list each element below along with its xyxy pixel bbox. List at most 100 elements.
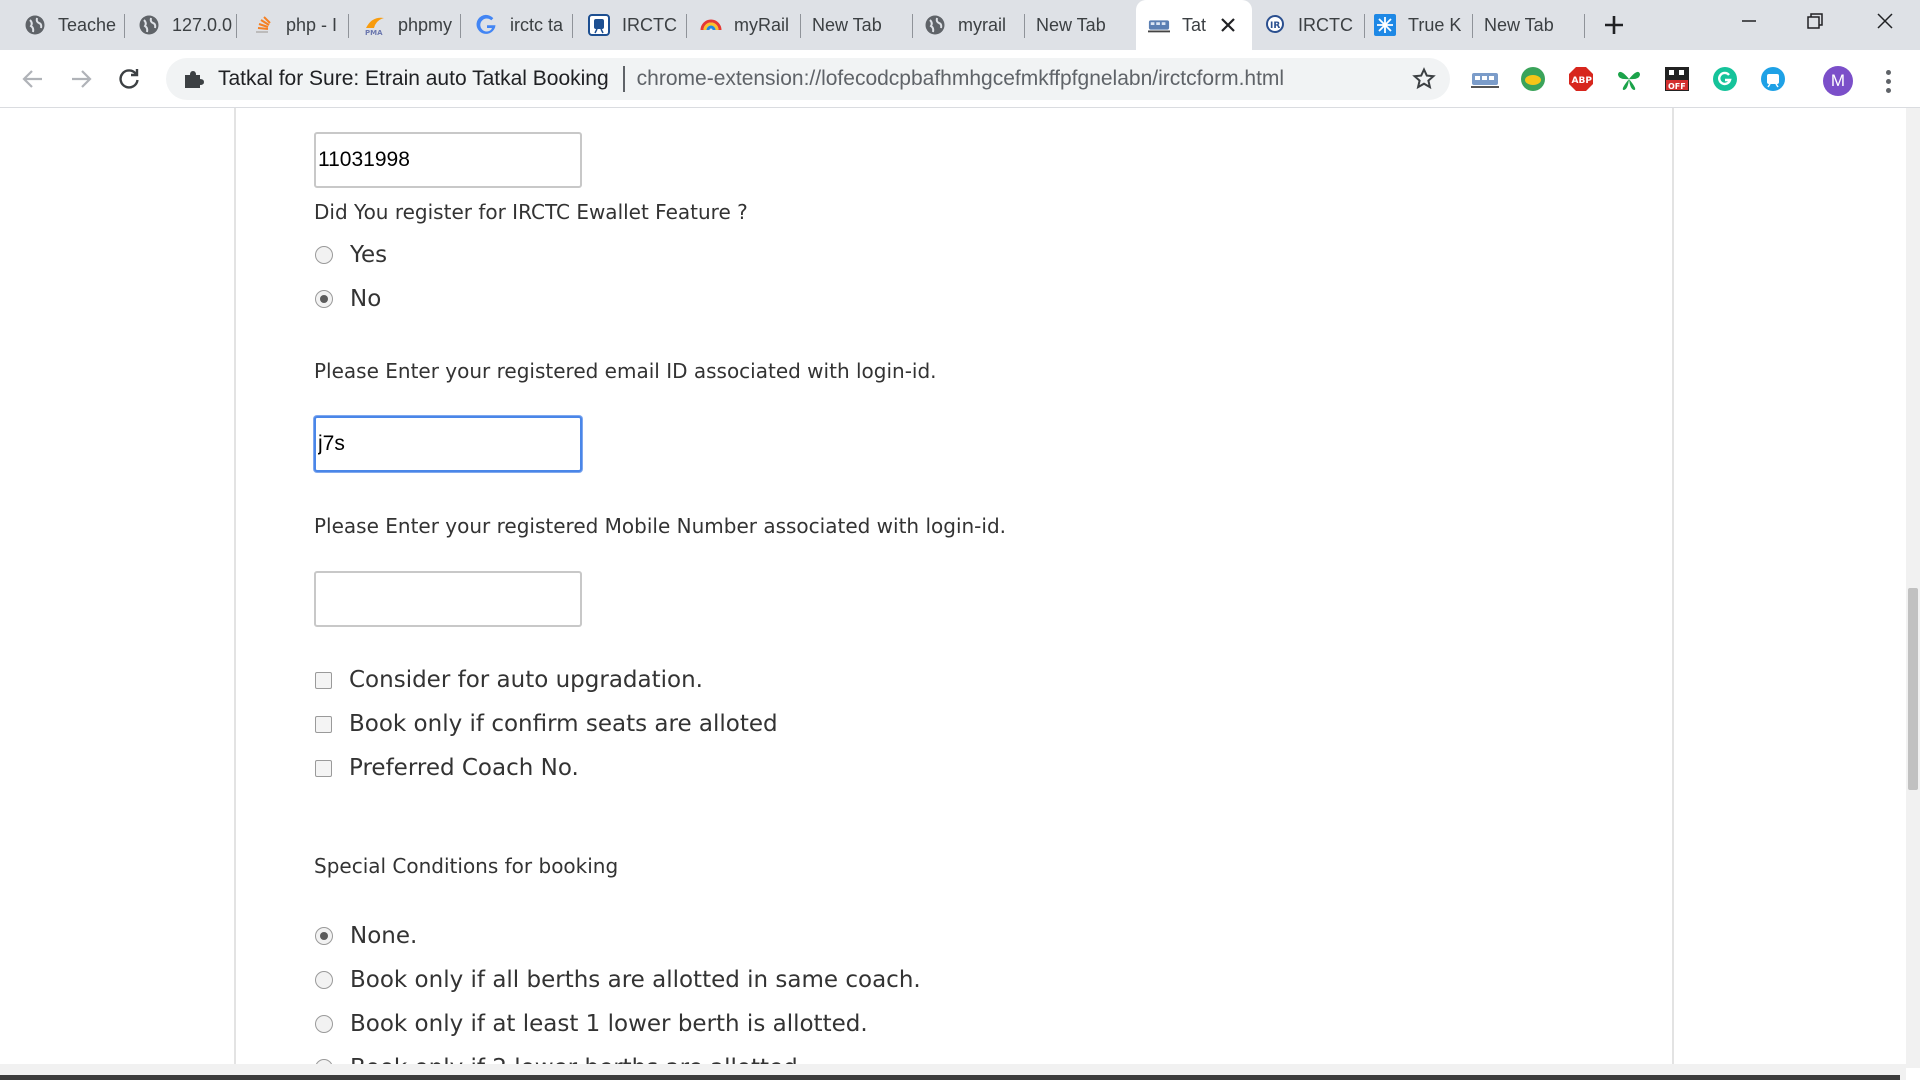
reload-icon[interactable] bbox=[114, 64, 144, 94]
tab-title: phpmy bbox=[398, 14, 453, 35]
preferred-coach-option[interactable]: Preferred Coach No. bbox=[314, 755, 579, 781]
svg-text:PMA: PMA bbox=[365, 29, 383, 36]
ewallet-yes-label: Yes bbox=[350, 242, 388, 268]
form-container: Did You register for IRCTC Ewallet Featu… bbox=[234, 108, 1674, 1080]
myrail-icon bbox=[700, 14, 722, 36]
condition-one-lower-option[interactable]: Book only if at least 1 lower berth is a… bbox=[314, 1011, 868, 1037]
tab-phpmyadmin[interactable]: PMA phpmy bbox=[340, 0, 458, 50]
address-bar[interactable]: Tatkal for Sure: Etrain auto Tatkal Book… bbox=[166, 58, 1450, 100]
preferred-coach-label: Preferred Coach No. bbox=[349, 755, 579, 781]
vertical-scroll-thumb[interactable] bbox=[1908, 588, 1918, 790]
bookmark-star-icon[interactable] bbox=[1412, 67, 1436, 91]
tab-title: IRCTC bbox=[1298, 14, 1353, 35]
condition-same-coach-option[interactable]: Book only if all berths are allotted in … bbox=[314, 967, 921, 993]
horizontal-scroll-thumb[interactable] bbox=[70, 1075, 1900, 1080]
confirm-seats-checkbox[interactable] bbox=[315, 715, 332, 733]
kebab-menu-icon[interactable] bbox=[1876, 66, 1900, 96]
google-icon bbox=[476, 14, 498, 36]
close-window-icon[interactable] bbox=[1852, 0, 1918, 42]
irctc-app-icon bbox=[588, 14, 610, 36]
ewallet-question: Did You register for IRCTC Ewallet Featu… bbox=[314, 200, 748, 224]
auto-upgradation-option[interactable]: Consider for auto upgradation. bbox=[314, 667, 703, 693]
ewallet-yes-radio[interactable] bbox=[315, 246, 333, 264]
profile-avatar[interactable]: M bbox=[1823, 66, 1853, 96]
condition-none-radio[interactable] bbox=[315, 927, 333, 945]
confirm-seats-option[interactable]: Book only if confirm seats are alloted bbox=[314, 711, 778, 737]
condition-none-option[interactable]: None. bbox=[314, 923, 417, 949]
tab-tatkal-active[interactable]: Tat bbox=[1136, 0, 1252, 50]
svg-text:IR: IR bbox=[1270, 21, 1280, 31]
globe-icon bbox=[138, 14, 160, 36]
horizontal-scroll-track-edge bbox=[0, 1075, 70, 1080]
confirm-seats-label: Book only if confirm seats are alloted bbox=[349, 711, 778, 737]
tab-title: php - I bbox=[286, 14, 338, 35]
close-tab-icon[interactable] bbox=[1218, 15, 1238, 35]
minimize-icon[interactable] bbox=[1716, 0, 1782, 42]
phpmyadmin-icon: PMA bbox=[364, 14, 386, 36]
cloud-extension-icon[interactable] bbox=[1758, 64, 1788, 94]
tab-google-search[interactable]: irctc ta bbox=[452, 0, 568, 50]
tab-title: Teache bbox=[58, 14, 117, 35]
grammarly-icon[interactable] bbox=[1710, 64, 1740, 94]
auto-upgradation-checkbox[interactable] bbox=[315, 671, 332, 689]
adblock-plus-icon[interactable]: ABP bbox=[1566, 64, 1596, 94]
new-tab-plus-icon[interactable] bbox=[1600, 11, 1628, 39]
url-text: chrome-extension://lofecodcpbafhmhgcefmk… bbox=[636, 67, 1285, 90]
tab-new-tab-1[interactable]: New Tab bbox=[788, 0, 900, 50]
site-name: Tatkal for Sure: Etrain auto Tatkal Book… bbox=[218, 67, 609, 90]
browser-toolbar: Tatkal for Sure: Etrain auto Tatkal Book… bbox=[0, 50, 1920, 108]
tab-title: myrail bbox=[958, 14, 1006, 35]
page-viewport: Did You register for IRCTC Ewallet Featu… bbox=[0, 108, 1920, 1080]
svg-text:ABP: ABP bbox=[1572, 76, 1593, 86]
login-password-input[interactable] bbox=[314, 132, 582, 188]
puzzle-extension-icon bbox=[182, 68, 204, 90]
tab-separator bbox=[1584, 14, 1585, 38]
tab-title: True K bbox=[1408, 14, 1462, 35]
ewallet-no-radio[interactable] bbox=[315, 290, 333, 308]
tab-title: Tat bbox=[1182, 14, 1207, 35]
offer-extension-icon[interactable]: OFF bbox=[1662, 64, 1692, 94]
tab-title: New Tab bbox=[812, 14, 882, 35]
ewallet-yes-option[interactable]: Yes bbox=[314, 242, 387, 268]
tab-myrail[interactable]: myRail bbox=[676, 0, 794, 50]
tab-title: irctc ta bbox=[510, 14, 564, 35]
tab-php[interactable]: php - I bbox=[228, 0, 346, 50]
train-extension-icon[interactable] bbox=[1470, 64, 1500, 94]
tatkal-train-icon bbox=[1148, 14, 1170, 36]
tab-irctc-app[interactable]: IRCTC bbox=[564, 0, 680, 50]
condition-one-lower-label: Book only if at least 1 lower berth is a… bbox=[350, 1011, 868, 1037]
email-input[interactable] bbox=[314, 416, 582, 472]
tab-title: IRCTC bbox=[622, 14, 677, 35]
globe-icon bbox=[924, 14, 946, 36]
tab-strip: Teache 127.0.0 php - I PMA phpmy irctc t… bbox=[0, 0, 1920, 50]
condition-same-coach-radio[interactable] bbox=[315, 971, 333, 989]
tab-true-k[interactable]: True K bbox=[1350, 0, 1466, 50]
email-label: Please Enter your registered email ID as… bbox=[314, 359, 937, 383]
svg-text:OFF: OFF bbox=[1668, 82, 1686, 91]
irctc-logo-icon: IR bbox=[1264, 14, 1286, 36]
condition-none-label: None. bbox=[350, 923, 418, 949]
special-conditions-heading: Special Conditions for booking bbox=[314, 854, 619, 878]
tab-new-tab-3[interactable]: New Tab bbox=[1460, 0, 1586, 50]
tab-irctc-2[interactable]: IR IRCTC bbox=[1244, 0, 1362, 50]
mobile-label: Please Enter your registered Mobile Numb… bbox=[314, 514, 1007, 538]
restore-icon[interactable] bbox=[1782, 0, 1848, 42]
condition-one-lower-radio[interactable] bbox=[315, 1015, 333, 1033]
stackoverflow-icon bbox=[252, 14, 274, 36]
mobile-number-input[interactable] bbox=[314, 571, 582, 627]
tab-title: New Tab bbox=[1036, 14, 1106, 35]
ewallet-no-option[interactable]: No bbox=[314, 286, 381, 312]
forward-arrow-icon[interactable] bbox=[66, 64, 96, 94]
preferred-coach-checkbox[interactable] bbox=[315, 759, 332, 777]
coin-extension-icon[interactable] bbox=[1518, 64, 1548, 94]
tab-myrail-2[interactable]: myrail bbox=[900, 0, 1020, 50]
tab-title: 127.0.0 bbox=[172, 14, 232, 35]
tab-title: myRail bbox=[734, 14, 790, 35]
tab-localhost[interactable]: 127.0.0 bbox=[114, 0, 232, 50]
back-arrow-icon[interactable] bbox=[18, 64, 48, 94]
globe-icon bbox=[24, 14, 46, 36]
butterfly-extension-icon[interactable] bbox=[1614, 64, 1644, 94]
tab-teacher[interactable]: Teache bbox=[0, 0, 120, 50]
tab-new-tab-2[interactable]: New Tab bbox=[1012, 0, 1132, 50]
snowflake-icon bbox=[1374, 14, 1396, 36]
